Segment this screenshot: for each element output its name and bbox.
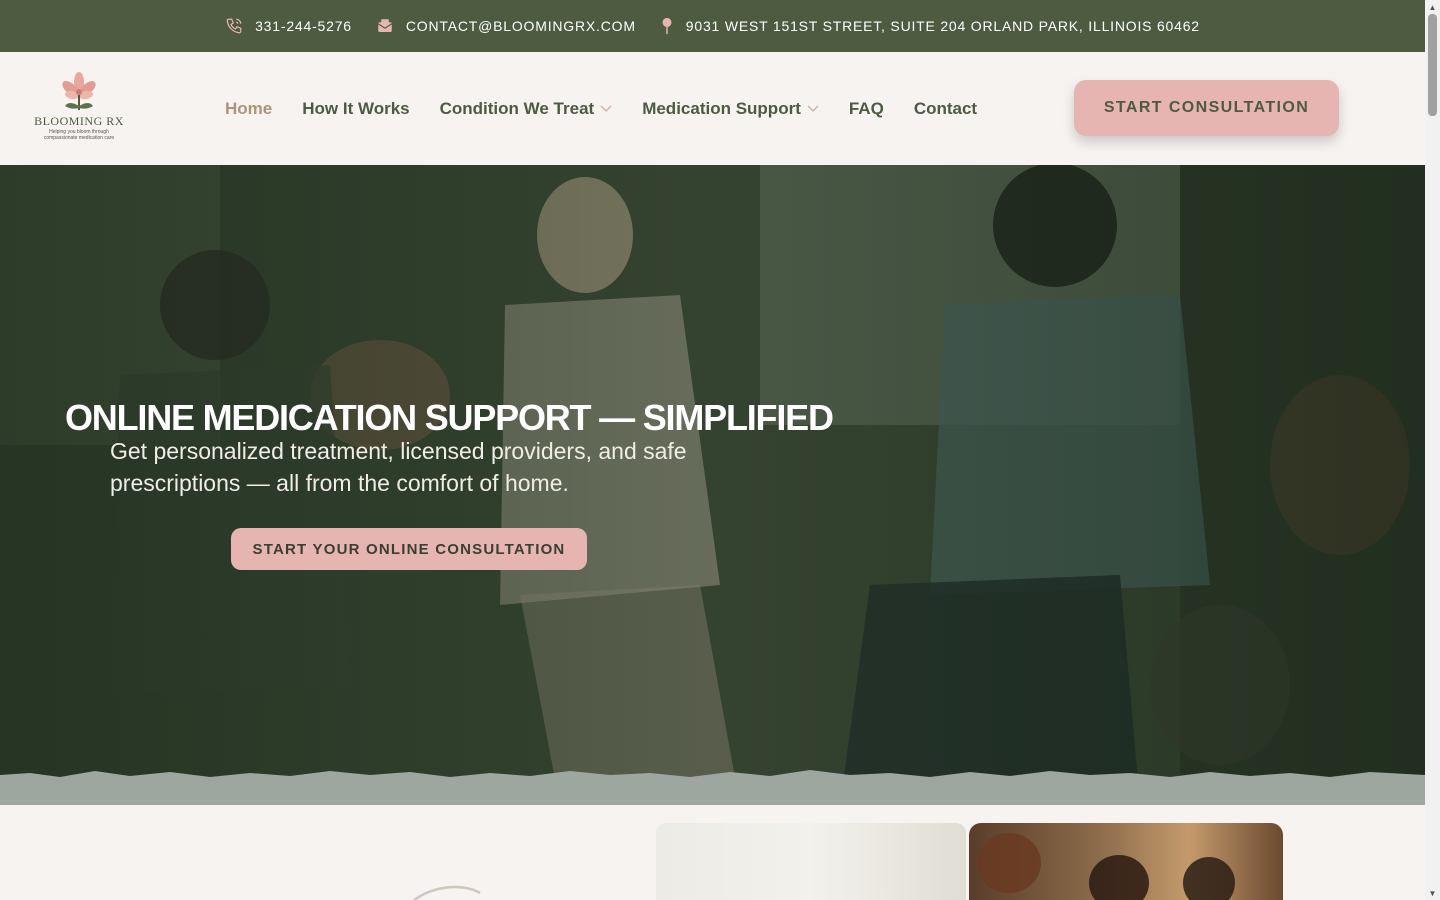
nav-home-label: Home (225, 98, 273, 118)
logo-tagline-2: compassionate medication care (43, 135, 115, 141)
hero-section: ONLINE MEDICATION SUPPORT — SIMPLIFIED G… (0, 165, 1425, 805)
contact-phone[interactable]: 331-244-5276 (225, 17, 352, 35)
logo[interactable]: BLOOMING RX Helping you bloom through co… (34, 70, 124, 150)
people-photo-shapes (977, 833, 1235, 900)
nav-how-it-works[interactable]: How It Works (302, 99, 409, 119)
intro-photo-left (656, 823, 966, 900)
nav-contact[interactable]: Contact (914, 99, 977, 119)
page-scrollbar[interactable]: ▲ ▼ (1425, 0, 1440, 900)
intro-section (0, 805, 1425, 900)
chevron-down-icon (600, 105, 612, 112)
start-consultation-button[interactable]: START CONSULTATION (1074, 80, 1339, 136)
nav-condition-we-treat[interactable]: Condition We Treat (440, 99, 613, 119)
main-nav: Home How It Works Condition We Treat Med… (225, 52, 1007, 165)
chevron-down-icon (807, 105, 819, 112)
intro-photo-right (969, 823, 1283, 900)
site-header: BLOOMING RX Helping you bloom through co… (0, 52, 1425, 165)
hero-subtitle: Get personalized treatment, licensed pro… (110, 438, 687, 496)
nav-medication-label: Medication Support (642, 98, 801, 118)
flower-logo-icon (62, 72, 96, 110)
scroll-up-arrow-icon[interactable]: ▲ (1425, 0, 1440, 14)
contact-address[interactable]: 9031 WEST 151ST STREET, SUITE 204 ORLAND… (660, 17, 1200, 35)
nav-how-it-works-label: How It Works (302, 98, 410, 118)
scrollbar-thumb[interactable] (1428, 14, 1437, 116)
nav-home[interactable]: Home (225, 99, 272, 119)
hero-title: ONLINE MEDICATION SUPPORT — SIMPLIFIED (65, 397, 834, 438)
envelope-icon (377, 19, 392, 32)
street-address: 9031 WEST 151ST STREET, SUITE 204 ORLAND… (685, 18, 1200, 34)
nav-faq-label: FAQ (848, 98, 884, 118)
decorative-script-mark (412, 885, 481, 900)
contact-bar: 331-244-5276 CONTACT@BLOOMINGRX.COM 9031… (0, 0, 1425, 52)
nav-condition-label: Condition We Treat (439, 98, 595, 118)
nav-faq[interactable]: FAQ (849, 99, 884, 119)
logo-name: BLOOMING RX (34, 114, 124, 128)
scroll-down-arrow-icon[interactable]: ▼ (1425, 886, 1440, 900)
nav-medication-support[interactable]: Medication Support (642, 99, 819, 119)
nav-contact-label: Contact (913, 98, 978, 118)
start-online-consultation-button[interactable]: START YOUR ONLINE CONSULTATION (231, 528, 587, 570)
torn-edge-divider (0, 770, 1425, 805)
contact-email[interactable]: CONTACT@BLOOMINGRX.COM (376, 17, 636, 35)
phone-number: 331-244-5276 (255, 18, 352, 34)
map-pin-icon (662, 17, 672, 35)
phone-icon (226, 18, 242, 34)
email-address: CONTACT@BLOOMINGRX.COM (405, 18, 636, 34)
